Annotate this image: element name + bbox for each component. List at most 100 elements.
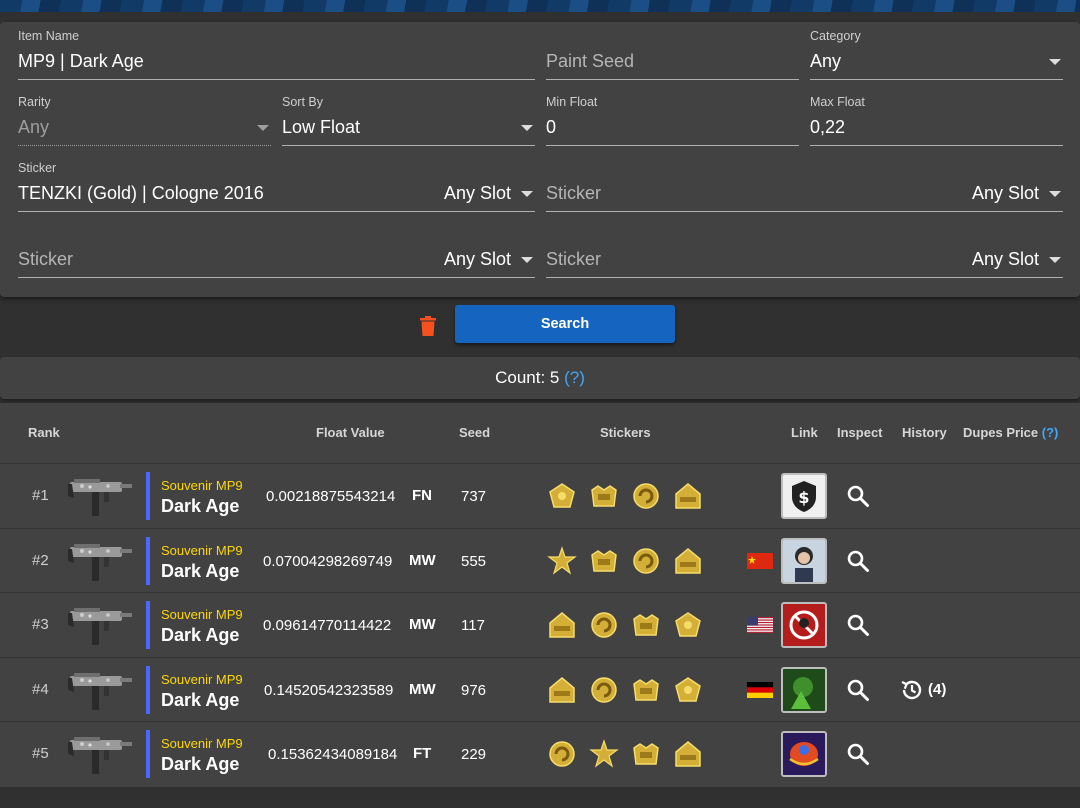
rarity-label: Rarity	[18, 95, 51, 109]
chevron-down-icon[interactable]	[521, 125, 533, 131]
sticker-pentagon-icon[interactable]	[546, 480, 578, 512]
sticker-swirl-icon[interactable]	[630, 480, 662, 512]
row-rank: #1	[32, 487, 49, 504]
sticker-3-slot-select[interactable]: Any Slot	[444, 249, 511, 270]
sticker-4-underline	[546, 277, 1063, 278]
category-label: Category	[810, 29, 861, 43]
sticker-house-icon[interactable]	[672, 738, 704, 770]
sticker-2-underline	[546, 211, 1063, 212]
item-name-label: Item Name	[18, 29, 80, 43]
dupes-help-link[interactable]: (?)	[1042, 425, 1059, 440]
sticker-2-input[interactable]: Sticker	[546, 183, 601, 204]
china-flag-icon	[747, 552, 773, 569]
quality-bar	[146, 601, 150, 650]
chevron-down-icon[interactable]	[521, 257, 533, 263]
trash-icon[interactable]	[419, 316, 437, 336]
sticker-4-input[interactable]: Sticker	[546, 249, 601, 270]
item-skin-name: Dark Age	[161, 560, 240, 581]
inspect-search-icon[interactable]	[846, 549, 870, 573]
item-skin-name: Dark Age	[161, 496, 240, 516]
float-value: 0.00218875543214	[266, 488, 396, 505]
sticker-crown-icon[interactable]	[630, 674, 662, 706]
search-button[interactable]: Search	[455, 305, 675, 343]
chevron-down-icon[interactable]	[521, 191, 533, 197]
sticker-4-field[interactable]: Sticker Any Slot	[546, 220, 1063, 278]
sticker-crown-icon[interactable]	[630, 738, 662, 770]
sticker-star-icon[interactable]	[588, 738, 620, 770]
chevron-down-icon[interactable]	[1049, 59, 1061, 65]
sticker-1-slot-select[interactable]: Any Slot	[444, 183, 511, 204]
paint-seed-field[interactable]: Paint Seed	[546, 22, 799, 80]
sticker-swirl-icon[interactable]	[588, 674, 620, 706]
sticker-house-icon[interactable]	[546, 609, 578, 641]
sticker-house-icon[interactable]	[546, 674, 578, 706]
category-value[interactable]: Any	[810, 51, 841, 72]
usa-flag-icon	[747, 617, 773, 634]
inspect-search-icon[interactable]	[846, 678, 870, 702]
sticker-swirl-icon[interactable]	[588, 609, 620, 641]
sticker-2-slot-select[interactable]: Any Slot	[972, 183, 1039, 204]
chevron-down-icon[interactable]	[257, 125, 269, 131]
owner-avatar-link[interactable]	[781, 537, 827, 584]
max-float-input[interactable]: 0,22	[810, 117, 845, 138]
sort-by-value[interactable]: Low Float	[282, 117, 360, 138]
item-name-field[interactable]: Item Name MP9 | Dark Age	[18, 22, 535, 80]
inspect-search-icon[interactable]	[846, 613, 870, 637]
germany-flag-icon	[747, 681, 773, 698]
sticker-1-input[interactable]: TENZKI (Gold) | Cologne 2016	[18, 183, 264, 204]
table-header: Rank Float Value Seed Stickers Link Insp…	[0, 403, 1080, 463]
header-dupes-price: Dupes Price (?)	[963, 425, 1058, 440]
chevron-down-icon[interactable]	[1049, 191, 1061, 197]
sticker-pentagon-icon[interactable]	[672, 674, 704, 706]
wear-badge: MW	[409, 551, 436, 569]
category-underline	[810, 79, 1063, 80]
chevron-down-icon[interactable]	[1049, 257, 1061, 263]
sticker-star-icon[interactable]	[546, 545, 578, 577]
sort-by-label: Sort By	[282, 95, 323, 109]
sticker-swirl-icon[interactable]	[546, 738, 578, 770]
sticker-crown-icon[interactable]	[588, 480, 620, 512]
owner-avatar-link[interactable]	[781, 731, 827, 778]
inspect-search-icon[interactable]	[846, 742, 870, 766]
rarity-select[interactable]: Rarity Any	[18, 88, 271, 146]
owner-avatar-link[interactable]	[781, 602, 827, 649]
item-quality: Souvenir MP9	[161, 542, 243, 558]
sticker-2-field[interactable]: Sticker Any Slot	[546, 154, 1063, 212]
mp9-gun-image	[64, 730, 136, 778]
mp9-gun-image	[64, 537, 136, 585]
paint-seed-value: 555	[461, 552, 487, 570]
quality-bar	[146, 730, 150, 779]
inspect-search-icon[interactable]	[846, 484, 870, 508]
owner-avatar-link[interactable]	[781, 666, 827, 713]
sticker-house-icon[interactable]	[672, 480, 704, 512]
rarity-value[interactable]: Any	[18, 117, 49, 138]
item-name-input[interactable]: MP9 | Dark Age	[18, 51, 144, 72]
sticker-swirl-icon[interactable]	[630, 545, 662, 577]
sticker-3-input[interactable]: Sticker	[18, 249, 73, 270]
header-rank: Rank	[28, 425, 60, 440]
table-row: #5 Souvenir MP9 Dark Age 0.15362434089184 F…	[0, 721, 1080, 785]
sticker-house-icon[interactable]	[672, 545, 704, 577]
paint-seed-value: 976	[461, 681, 487, 699]
sticker-1-field[interactable]: Sticker TENZKI (Gold) | Cologne 2016 Any…	[18, 154, 535, 212]
owner-avatar-link[interactable]: $	[781, 473, 827, 519]
min-float-field[interactable]: Min Float 0	[546, 88, 799, 146]
sticker-4-slot-select[interactable]: Any Slot	[972, 249, 1039, 270]
category-select[interactable]: Category Any	[810, 22, 1063, 80]
quality-bar	[146, 536, 150, 585]
history-button[interactable]: (4)	[900, 678, 946, 702]
sticker-crown-icon[interactable]	[588, 545, 620, 577]
float-value: 0.09614770114422	[263, 617, 392, 635]
max-float-field[interactable]: Max Float 0,22	[810, 88, 1063, 146]
header-float: Float Value	[316, 425, 385, 440]
count-help-link[interactable]: (?)	[564, 368, 585, 387]
item-quality: Souvenir MP9	[161, 607, 243, 623]
min-float-input[interactable]: 0	[546, 117, 556, 138]
svg-text:$: $	[798, 488, 809, 507]
filter-card: Item Name MP9 | Dark Age Paint Seed Cate…	[0, 22, 1080, 297]
paint-seed-input[interactable]: Paint Seed	[546, 51, 634, 72]
sort-by-select[interactable]: Sort By Low Float	[282, 88, 535, 146]
sticker-pentagon-icon[interactable]	[672, 609, 704, 641]
sticker-3-field[interactable]: Sticker Any Slot	[18, 220, 535, 278]
sticker-crown-icon[interactable]	[630, 609, 662, 641]
